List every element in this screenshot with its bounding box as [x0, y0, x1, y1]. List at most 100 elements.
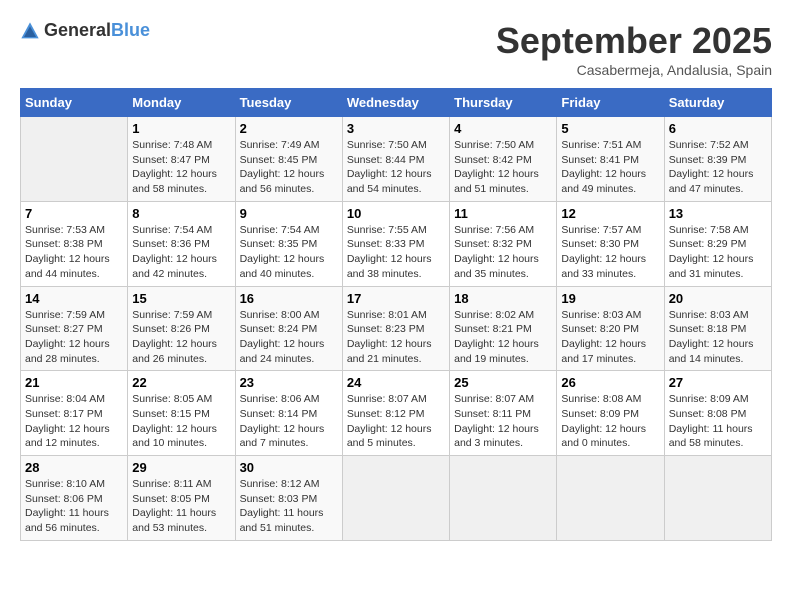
- day-info: Sunrise: 8:04 AM Sunset: 8:17 PM Dayligh…: [25, 392, 123, 451]
- day-number: 14: [25, 291, 123, 306]
- week-row-3: 14 Sunrise: 7:59 AM Sunset: 8:27 PM Dayli…: [21, 286, 772, 371]
- day-info: Sunrise: 8:07 AM Sunset: 8:12 PM Dayligh…: [347, 392, 445, 451]
- day-info: Sunrise: 8:02 AM Sunset: 8:21 PM Dayligh…: [454, 308, 552, 367]
- day-info: Sunrise: 7:54 AM Sunset: 8:36 PM Dayligh…: [132, 223, 230, 282]
- calendar-cell: 23 Sunrise: 8:06 AM Sunset: 8:14 PM Dayli…: [235, 371, 342, 456]
- day-number: 19: [561, 291, 659, 306]
- calendar-cell: 3 Sunrise: 7:50 AM Sunset: 8:44 PM Daylig…: [342, 117, 449, 202]
- calendar-cell: 28 Sunrise: 8:10 AM Sunset: 8:06 PM Dayli…: [21, 456, 128, 541]
- column-header-monday: Monday: [128, 89, 235, 117]
- month-title: September 2025: [496, 20, 772, 62]
- calendar-cell: 10Sunrise: 7:55 AM Sunset: 8:33 PM Dayli…: [342, 201, 449, 286]
- calendar-cell: 1 Sunrise: 7:48 AM Sunset: 8:47 PM Daylig…: [128, 117, 235, 202]
- calendar-cell: 14 Sunrise: 7:59 AM Sunset: 8:27 PM Dayli…: [21, 286, 128, 371]
- calendar-cell: [21, 117, 128, 202]
- day-info: Sunrise: 7:58 AM Sunset: 8:29 PM Dayligh…: [669, 223, 767, 282]
- title-area: September 2025 Casabermeja, Andalusia, S…: [496, 20, 772, 78]
- column-header-sunday: Sunday: [21, 89, 128, 117]
- day-number: 3: [347, 121, 445, 136]
- day-info: Sunrise: 7:49 AM Sunset: 8:45 PM Dayligh…: [240, 138, 338, 197]
- day-info: Sunrise: 7:59 AM Sunset: 8:26 PM Dayligh…: [132, 308, 230, 367]
- column-header-thursday: Thursday: [450, 89, 557, 117]
- day-info: Sunrise: 8:05 AM Sunset: 8:15 PM Dayligh…: [132, 392, 230, 451]
- column-header-saturday: Saturday: [664, 89, 771, 117]
- day-info: Sunrise: 8:11 AM Sunset: 8:05 PM Dayligh…: [132, 477, 230, 536]
- day-number: 25: [454, 375, 552, 390]
- day-info: Sunrise: 7:54 AM Sunset: 8:35 PM Dayligh…: [240, 223, 338, 282]
- calendar-cell: 25Sunrise: 8:07 AM Sunset: 8:11 PM Dayli…: [450, 371, 557, 456]
- day-info: Sunrise: 8:03 AM Sunset: 8:20 PM Dayligh…: [561, 308, 659, 367]
- logo-text-blue: Blue: [111, 20, 150, 40]
- day-info: Sunrise: 8:08 AM Sunset: 8:09 PM Dayligh…: [561, 392, 659, 451]
- calendar-cell: 17Sunrise: 8:01 AM Sunset: 8:23 PM Dayli…: [342, 286, 449, 371]
- day-number: 11: [454, 206, 552, 221]
- week-row-2: 7 Sunrise: 7:53 AM Sunset: 8:38 PM Daylig…: [21, 201, 772, 286]
- calendar-cell: 24Sunrise: 8:07 AM Sunset: 8:12 PM Dayli…: [342, 371, 449, 456]
- calendar-cell: 22Sunrise: 8:05 AM Sunset: 8:15 PM Dayli…: [128, 371, 235, 456]
- day-number: 5: [561, 121, 659, 136]
- day-number: 26: [561, 375, 659, 390]
- day-number: 18: [454, 291, 552, 306]
- week-row-1: 1 Sunrise: 7:48 AM Sunset: 8:47 PM Daylig…: [21, 117, 772, 202]
- day-number: 28: [25, 460, 123, 475]
- day-info: Sunrise: 8:12 AM Sunset: 8:03 PM Dayligh…: [240, 477, 338, 536]
- day-info: Sunrise: 8:10 AM Sunset: 8:06 PM Dayligh…: [25, 477, 123, 536]
- day-number: 27: [669, 375, 767, 390]
- day-info: Sunrise: 7:56 AM Sunset: 8:32 PM Dayligh…: [454, 223, 552, 282]
- day-number: 16: [240, 291, 338, 306]
- calendar-cell: 2 Sunrise: 7:49 AM Sunset: 8:45 PM Daylig…: [235, 117, 342, 202]
- calendar-cell: 12Sunrise: 7:57 AM Sunset: 8:30 PM Dayli…: [557, 201, 664, 286]
- day-number: 20: [669, 291, 767, 306]
- column-header-friday: Friday: [557, 89, 664, 117]
- week-row-4: 21 Sunrise: 8:04 AM Sunset: 8:17 PM Dayli…: [21, 371, 772, 456]
- calendar-cell: 16 Sunrise: 8:00 AM Sunset: 8:24 PM Dayli…: [235, 286, 342, 371]
- logo: GeneralBlue: [20, 20, 150, 41]
- column-header-tuesday: Tuesday: [235, 89, 342, 117]
- calendar-cell: 18 Sunrise: 8:02 AM Sunset: 8:21 PM Dayli…: [450, 286, 557, 371]
- day-number: 10: [347, 206, 445, 221]
- day-number: 4: [454, 121, 552, 136]
- day-info: Sunrise: 7:51 AM Sunset: 8:41 PM Dayligh…: [561, 138, 659, 197]
- day-number: 15: [132, 291, 230, 306]
- day-number: 29: [132, 460, 230, 475]
- calendar-cell: 19 Sunrise: 8:03 AM Sunset: 8:20 PM Dayli…: [557, 286, 664, 371]
- day-number: 2: [240, 121, 338, 136]
- calendar-cell: [557, 456, 664, 541]
- calendar-table: SundayMondayTuesdayWednesdayThursdayFrid…: [20, 88, 772, 541]
- day-number: 8: [132, 206, 230, 221]
- day-info: Sunrise: 8:09 AM Sunset: 8:08 PM Dayligh…: [669, 392, 767, 451]
- calendar-body: 1 Sunrise: 7:48 AM Sunset: 8:47 PM Daylig…: [21, 117, 772, 541]
- calendar-cell: 29 Sunrise: 8:11 AM Sunset: 8:05 PM Dayli…: [128, 456, 235, 541]
- day-number: 21: [25, 375, 123, 390]
- day-info: Sunrise: 7:57 AM Sunset: 8:30 PM Dayligh…: [561, 223, 659, 282]
- day-number: 30: [240, 460, 338, 475]
- day-info: Sunrise: 7:48 AM Sunset: 8:47 PM Dayligh…: [132, 138, 230, 197]
- calendar-cell: 30 Sunrise: 8:12 AM Sunset: 8:03 PM Dayli…: [235, 456, 342, 541]
- day-number: 7: [25, 206, 123, 221]
- calendar-cell: 5 Sunrise: 7:51 AM Sunset: 8:41 PM Daylig…: [557, 117, 664, 202]
- day-number: 9: [240, 206, 338, 221]
- day-info: Sunrise: 8:00 AM Sunset: 8:24 PM Dayligh…: [240, 308, 338, 367]
- calendar-cell: 26 Sunrise: 8:08 AM Sunset: 8:09 PM Dayli…: [557, 371, 664, 456]
- calendar-cell: 27 Sunrise: 8:09 AM Sunset: 8:08 PM Dayli…: [664, 371, 771, 456]
- day-number: 17: [347, 291, 445, 306]
- day-info: Sunrise: 7:50 AM Sunset: 8:44 PM Dayligh…: [347, 138, 445, 197]
- day-info: Sunrise: 8:06 AM Sunset: 8:14 PM Dayligh…: [240, 392, 338, 451]
- calendar-cell: 21 Sunrise: 8:04 AM Sunset: 8:17 PM Dayli…: [21, 371, 128, 456]
- day-number: 6: [669, 121, 767, 136]
- day-number: 1: [132, 121, 230, 136]
- location-subtitle: Casabermeja, Andalusia, Spain: [496, 62, 772, 78]
- page-header: GeneralBlue September 2025 Casabermeja, …: [20, 20, 772, 78]
- calendar-cell: 11 Sunrise: 7:56 AM Sunset: 8:32 PM Dayli…: [450, 201, 557, 286]
- day-number: 13: [669, 206, 767, 221]
- day-info: Sunrise: 7:53 AM Sunset: 8:38 PM Dayligh…: [25, 223, 123, 282]
- calendar-cell: 15 Sunrise: 7:59 AM Sunset: 8:26 PM Dayli…: [128, 286, 235, 371]
- day-number: 23: [240, 375, 338, 390]
- calendar-cell: [450, 456, 557, 541]
- logo-icon: [20, 21, 40, 41]
- day-info: Sunrise: 7:50 AM Sunset: 8:42 PM Dayligh…: [454, 138, 552, 197]
- calendar-cell: 20 Sunrise: 8:03 AM Sunset: 8:18 PM Dayli…: [664, 286, 771, 371]
- day-info: Sunrise: 8:03 AM Sunset: 8:18 PM Dayligh…: [669, 308, 767, 367]
- day-info: Sunrise: 7:59 AM Sunset: 8:27 PM Dayligh…: [25, 308, 123, 367]
- calendar-cell: 13 Sunrise: 7:58 AM Sunset: 8:29 PM Dayli…: [664, 201, 771, 286]
